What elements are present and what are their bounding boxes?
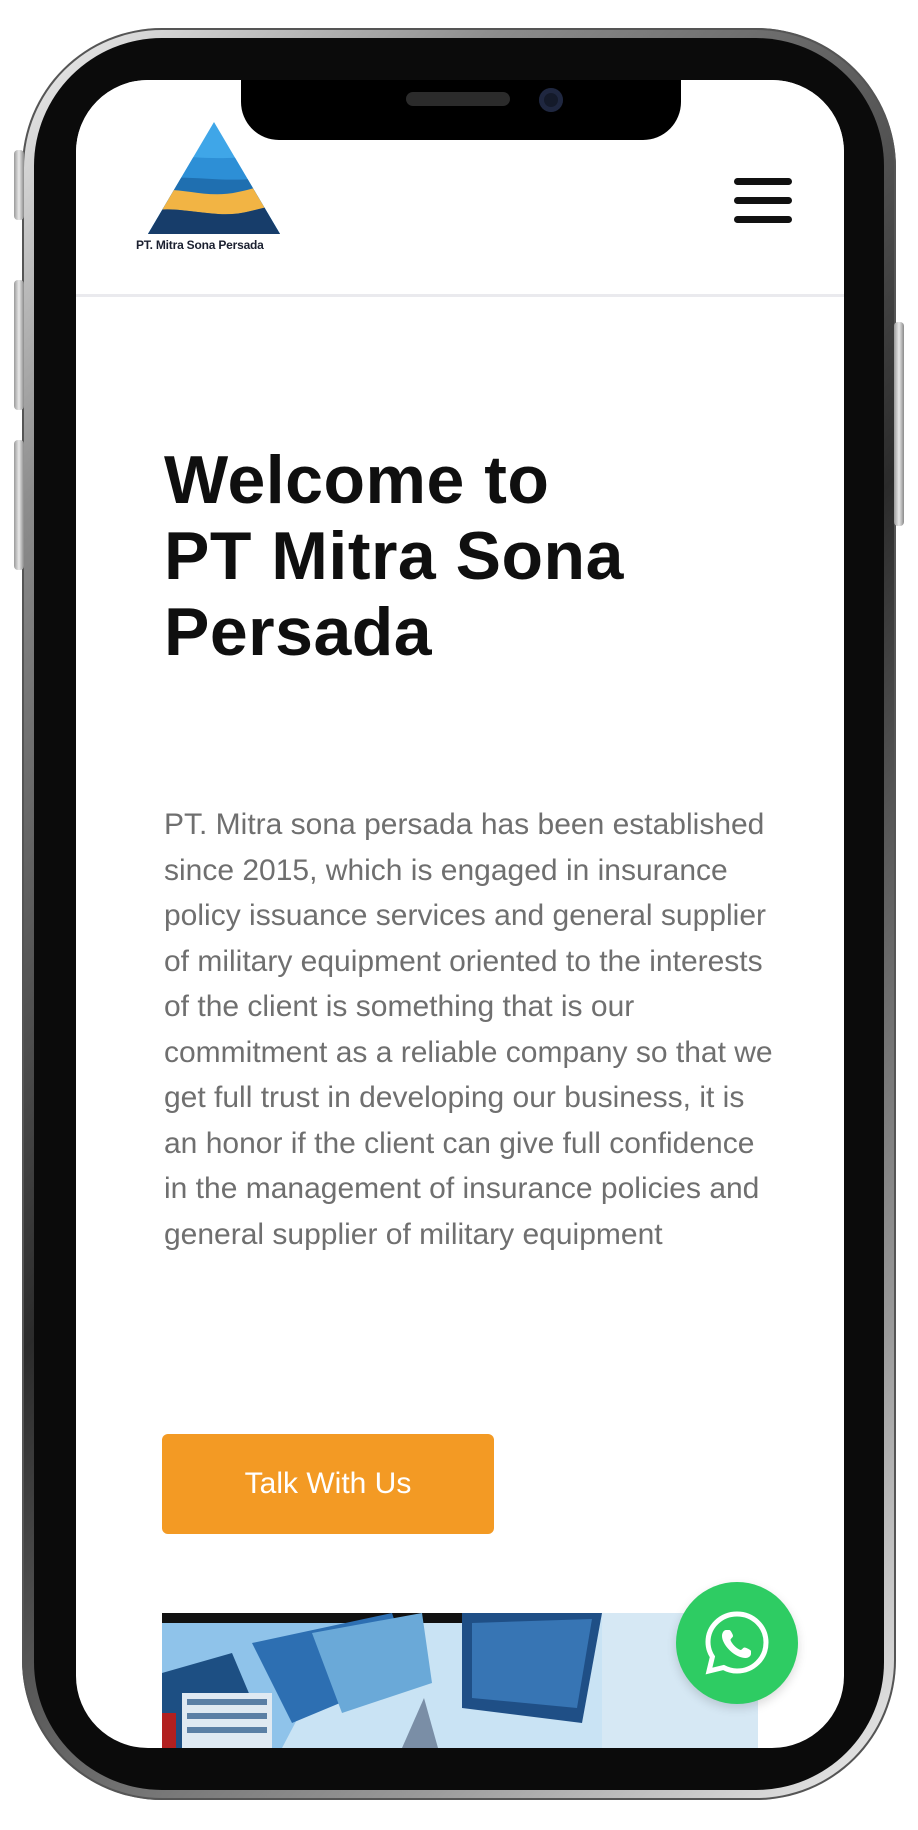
phone-mute-switch (14, 150, 24, 220)
phone-power-button (894, 322, 904, 526)
hero-description: PT. Mitra sona persada has been establis… (164, 808, 773, 1251)
hero-title: Welcome to PT Mitra Sona Persada (164, 442, 764, 670)
buildings-hero-image (162, 1613, 758, 1748)
notch-speaker (406, 92, 510, 106)
front-camera (539, 88, 563, 112)
whatsapp-chat-button[interactable] (676, 1582, 798, 1704)
talk-with-us-button[interactable]: Talk With Us (162, 1434, 494, 1534)
phone-notch (241, 80, 681, 140)
hamburger-menu-button[interactable] (734, 176, 792, 226)
hero-title-line: PT Mitra Sona (164, 518, 624, 594)
mountain-logo-icon (148, 122, 280, 234)
phone-volume-up-button (14, 280, 24, 410)
hero-title-line: Welcome to (164, 442, 550, 518)
phone-screen: PT. Mitra Sona Persada Welcome to PT Mit… (76, 80, 844, 1748)
hero-title-line: Persada (164, 594, 433, 670)
company-logo[interactable]: PT. Mitra Sona Persada (136, 122, 296, 262)
phone-volume-down-button (14, 440, 24, 570)
logo-text: PT. Mitra Sona Persada (136, 238, 264, 252)
whatsapp-icon (705, 1611, 769, 1675)
